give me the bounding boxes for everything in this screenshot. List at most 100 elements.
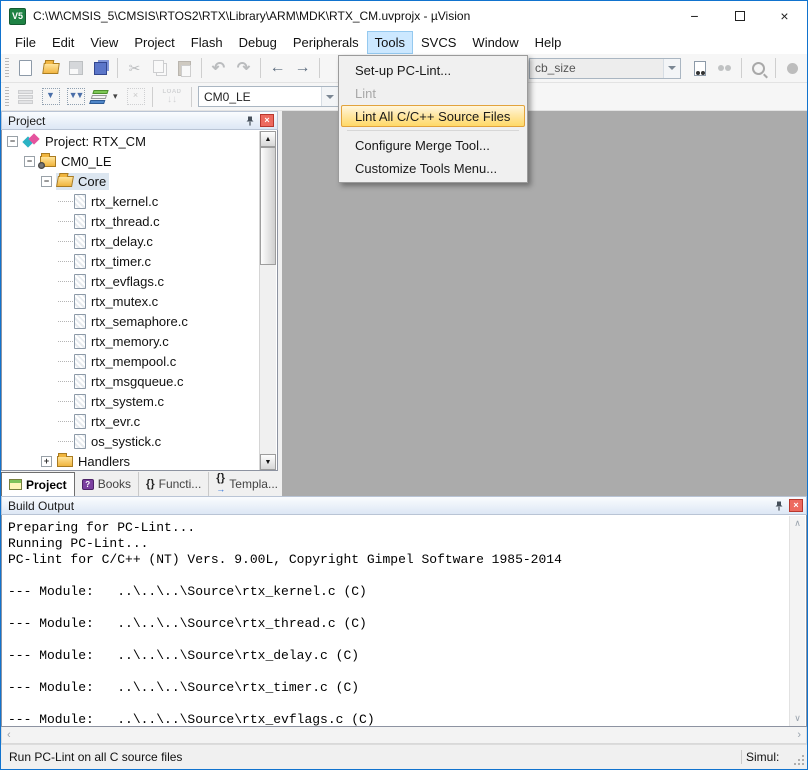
target-combobox[interactable]: CM0_LE bbox=[198, 86, 339, 107]
lookup-button[interactable] bbox=[746, 56, 771, 80]
build-output-close-button[interactable]: × bbox=[789, 499, 803, 512]
tree-item-rtx-timer-c[interactable]: rtx_timer.c bbox=[2, 251, 259, 271]
copy-button[interactable] bbox=[147, 56, 172, 80]
tree-item-body: Core bbox=[56, 173, 109, 190]
tree-item-rtx-memory-c[interactable]: rtx_memory.c bbox=[2, 331, 259, 351]
batch-build-dropdown[interactable]: ▾ bbox=[113, 91, 123, 102]
toolbar-grip[interactable] bbox=[5, 87, 9, 107]
tree-item-cm0-le[interactable]: −CM0_LE bbox=[2, 151, 259, 171]
tree-item-os-systick-c[interactable]: os_systick.c bbox=[2, 431, 259, 451]
chevron-right-icon[interactable]: › bbox=[797, 729, 801, 741]
tree-item-rtx-msgqueue-c[interactable]: rtx_msgqueue.c bbox=[2, 371, 259, 391]
pin-button[interactable] bbox=[243, 114, 257, 128]
build-button[interactable]: ▼ bbox=[38, 85, 63, 109]
tree-scrollbar[interactable]: ▲ ▼ bbox=[259, 131, 276, 470]
search-combobox[interactable]: cb_size bbox=[529, 58, 681, 79]
tree-item-rtx-thread-c[interactable]: rtx_thread.c bbox=[2, 211, 259, 231]
file-icon bbox=[74, 194, 86, 209]
menu-svcs[interactable]: SVCS bbox=[413, 31, 464, 54]
tree-item-rtx-system-c[interactable]: rtx_system.c bbox=[2, 391, 259, 411]
menu-window[interactable]: Window bbox=[464, 31, 526, 54]
find-in-files-button[interactable] bbox=[687, 56, 712, 80]
tree-item-project-rtx-cm[interactable]: −Project: RTX_CM bbox=[2, 131, 259, 151]
tree-item-rtx-kernel-c[interactable]: rtx_kernel.c bbox=[2, 191, 259, 211]
tree-item-handlers[interactable]: +Handlers bbox=[2, 451, 259, 470]
chevron-up-icon[interactable]: ∧ bbox=[794, 518, 801, 529]
undo-button[interactable]: ↶ bbox=[206, 56, 231, 80]
menu-item-set-up-pc-lint[interactable]: Set-up PC-Lint... bbox=[341, 59, 525, 81]
expand-icon[interactable]: + bbox=[41, 456, 52, 467]
toolbar-grip[interactable] bbox=[5, 58, 9, 78]
tree-item-rtx-delay-c[interactable]: rtx_delay.c bbox=[2, 231, 259, 251]
rebuild-icon: ▼▼ bbox=[67, 88, 85, 105]
build-output-content[interactable]: Preparing for PC-Lint... Running PC-Lint… bbox=[1, 515, 807, 727]
scrollbar-thumb[interactable] bbox=[260, 147, 276, 265]
menu-peripherals[interactable]: Peripherals bbox=[285, 31, 367, 54]
build-output-vscrollbar[interactable]: ∧ ∨ bbox=[789, 516, 805, 726]
menu-tools[interactable]: Tools bbox=[367, 31, 413, 54]
find-button[interactable] bbox=[712, 56, 737, 80]
tab-books[interactable]: ?Books bbox=[75, 472, 139, 496]
menu-file[interactable]: File bbox=[7, 31, 44, 54]
resize-grip[interactable] bbox=[793, 745, 807, 769]
back-arrow-icon: ← bbox=[270, 59, 286, 77]
stop-build-button[interactable]: × bbox=[123, 85, 148, 109]
scroll-down-icon[interactable]: ▼ bbox=[260, 454, 276, 470]
chevron-down-icon[interactable]: ∨ bbox=[794, 713, 801, 724]
cut-button[interactable]: ✂ bbox=[122, 56, 147, 80]
menu-flash[interactable]: Flash bbox=[183, 31, 231, 54]
templates-icon: {}→ bbox=[216, 473, 225, 495]
tab-functi[interactable]: {}Functi... bbox=[139, 472, 209, 496]
tab-project[interactable]: Project bbox=[1, 472, 75, 496]
chevron-left-icon[interactable]: ‹ bbox=[7, 729, 11, 741]
maximize-button[interactable] bbox=[717, 1, 762, 31]
translate-button[interactable] bbox=[13, 85, 38, 109]
menu-help[interactable]: Help bbox=[527, 31, 570, 54]
collapse-icon[interactable]: − bbox=[7, 136, 18, 147]
tree-item-rtx-mutex-c[interactable]: rtx_mutex.c bbox=[2, 291, 259, 311]
rebuild-button[interactable]: ▼▼ bbox=[63, 85, 88, 109]
build-output-hscrollbar[interactable]: ‹ › bbox=[1, 727, 807, 744]
record-button[interactable] bbox=[780, 56, 805, 80]
save-all-button[interactable] bbox=[88, 56, 113, 80]
file-icon bbox=[74, 334, 86, 349]
minimize-button[interactable]: − bbox=[672, 1, 717, 31]
pin-button[interactable] bbox=[772, 499, 786, 513]
menu-debug[interactable]: Debug bbox=[231, 31, 285, 54]
navigate-forward-button[interactable]: → bbox=[290, 56, 315, 80]
close-button[interactable]: × bbox=[762, 1, 807, 31]
tree-item-rtx-evr-c[interactable]: rtx_evr.c bbox=[2, 411, 259, 431]
title-bar[interactable]: V5 C:\W\CMSIS_5\CMSIS\RTOS2\RTX\Library\… bbox=[1, 1, 807, 31]
save-button[interactable] bbox=[63, 56, 88, 80]
menu-item-configure-merge-tool[interactable]: Configure Merge Tool... bbox=[341, 134, 525, 156]
paste-button[interactable] bbox=[172, 56, 197, 80]
redo-button[interactable]: ↷ bbox=[231, 56, 256, 80]
tree-item-rtx-semaphore-c[interactable]: rtx_semaphore.c bbox=[2, 311, 259, 331]
scroll-up-icon[interactable]: ▲ bbox=[260, 131, 276, 147]
project-panel-close-button[interactable]: × bbox=[260, 114, 274, 127]
tree-item-label: rtx_kernel.c bbox=[91, 194, 158, 209]
navigate-back-button[interactable]: ← bbox=[265, 56, 290, 80]
menu-item-lint[interactable]: Lint bbox=[341, 82, 525, 104]
chevron-down-icon[interactable] bbox=[663, 59, 680, 78]
menu-item-customize-tools-menu[interactable]: Customize Tools Menu... bbox=[341, 157, 525, 179]
menu-edit[interactable]: Edit bbox=[44, 31, 82, 54]
tree-connector bbox=[58, 261, 73, 262]
tree-item-rtx-mempool-c[interactable]: rtx_mempool.c bbox=[2, 351, 259, 371]
collapse-icon[interactable]: − bbox=[41, 176, 52, 187]
find-in-files-icon bbox=[694, 61, 706, 76]
menu-project[interactable]: Project bbox=[126, 31, 182, 54]
collapse-icon[interactable]: − bbox=[24, 156, 35, 167]
open-file-button[interactable] bbox=[38, 56, 63, 80]
tree-item-label: rtx_memory.c bbox=[91, 334, 169, 349]
download-button[interactable]: LOAD ↓↓ bbox=[157, 85, 187, 109]
tree-item-rtx-evflags-c[interactable]: rtx_evflags.c bbox=[2, 271, 259, 291]
tree-item-core[interactable]: −Core bbox=[2, 171, 259, 191]
batch-build-button[interactable] bbox=[88, 85, 113, 109]
chevron-down-icon[interactable] bbox=[321, 87, 338, 106]
tab-templa[interactable]: {}→Templa... bbox=[209, 472, 286, 496]
new-file-button[interactable] bbox=[13, 56, 38, 80]
forward-arrow-icon: → bbox=[295, 59, 311, 77]
menu-item-lint-all-c-c-source-files[interactable]: Lint All C/C++ Source Files bbox=[341, 105, 525, 127]
menu-view[interactable]: View bbox=[82, 31, 126, 54]
